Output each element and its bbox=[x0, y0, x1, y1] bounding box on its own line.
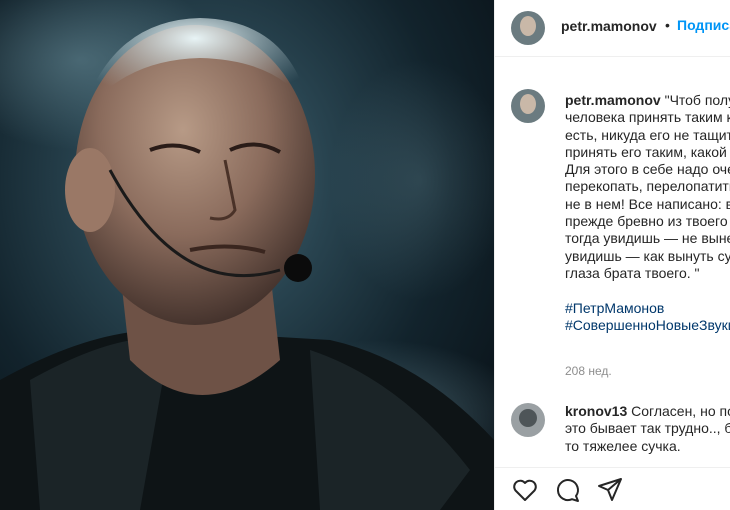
commenter-avatar[interactable] bbox=[511, 403, 545, 437]
caption-line: тогда увидишь — не вынешь, не bbox=[565, 230, 730, 247]
caption-line: увидишь — как вынуть сучок из bbox=[565, 247, 730, 264]
separator-dot: • bbox=[665, 17, 670, 33]
caption-line: перекопать, перелопатить. Дело bbox=[565, 178, 730, 195]
avatar[interactable] bbox=[511, 11, 545, 45]
paper-plane-icon[interactable] bbox=[597, 477, 623, 503]
caption-avatar[interactable] bbox=[511, 89, 545, 123]
caption-line: принять его таким, какой он есть. bbox=[565, 143, 730, 160]
post-photo[interactable] bbox=[0, 0, 494, 510]
caption-username[interactable]: petr.mamonov bbox=[565, 92, 661, 108]
caption-text: "Чтоб получить bbox=[664, 92, 730, 108]
post-side-panel: petr.mamonov • Подписаться petr.mamonov … bbox=[494, 0, 730, 510]
post-timestamp[interactable]: 208 нед. bbox=[565, 364, 612, 378]
caption-line: глаза брата твоего. " bbox=[565, 264, 700, 281]
comment: kronov13 Согласен, но порой это бывает т… bbox=[565, 403, 730, 455]
heart-icon[interactable] bbox=[512, 478, 538, 502]
caption: petr.mamonov "Чтоб получить человека при… bbox=[565, 92, 730, 334]
comment-line: то тяжелее сучка. bbox=[565, 437, 681, 454]
comment-line: это бывает так трудно.., бывает bbox=[565, 420, 730, 437]
caption-line: не в нем! Все написано: вынь bbox=[565, 195, 730, 212]
caption-line: есть, никуда его не тащить, а bbox=[565, 126, 730, 143]
comment-line: kronov13 Согласен, но порой bbox=[565, 403, 730, 420]
hashtag-link[interactable]: #ПетрМамонов bbox=[565, 300, 730, 317]
follow-button[interactable]: Подписаться bbox=[677, 17, 730, 33]
caption-line: человека принять таким как он bbox=[565, 109, 730, 126]
hashtag-link[interactable]: #СовершенноНовыеЗвуки bbox=[565, 317, 730, 334]
action-bar bbox=[495, 467, 730, 510]
caption-line: Для этого в себе надо очень много bbox=[565, 161, 730, 178]
caption-line: прежде бревно из твоего глаза, bbox=[565, 213, 730, 230]
comment-text: Согласен, но порой bbox=[631, 403, 730, 419]
comment-icon[interactable] bbox=[555, 477, 581, 503]
post-header: petr.mamonov • Подписаться bbox=[495, 0, 730, 57]
post-author-username[interactable]: petr.mamonov bbox=[561, 18, 657, 34]
portrait-image bbox=[0, 0, 494, 510]
comment-username[interactable]: kronov13 bbox=[565, 403, 627, 419]
caption-line: petr.mamonov "Чтоб получить bbox=[565, 92, 730, 109]
